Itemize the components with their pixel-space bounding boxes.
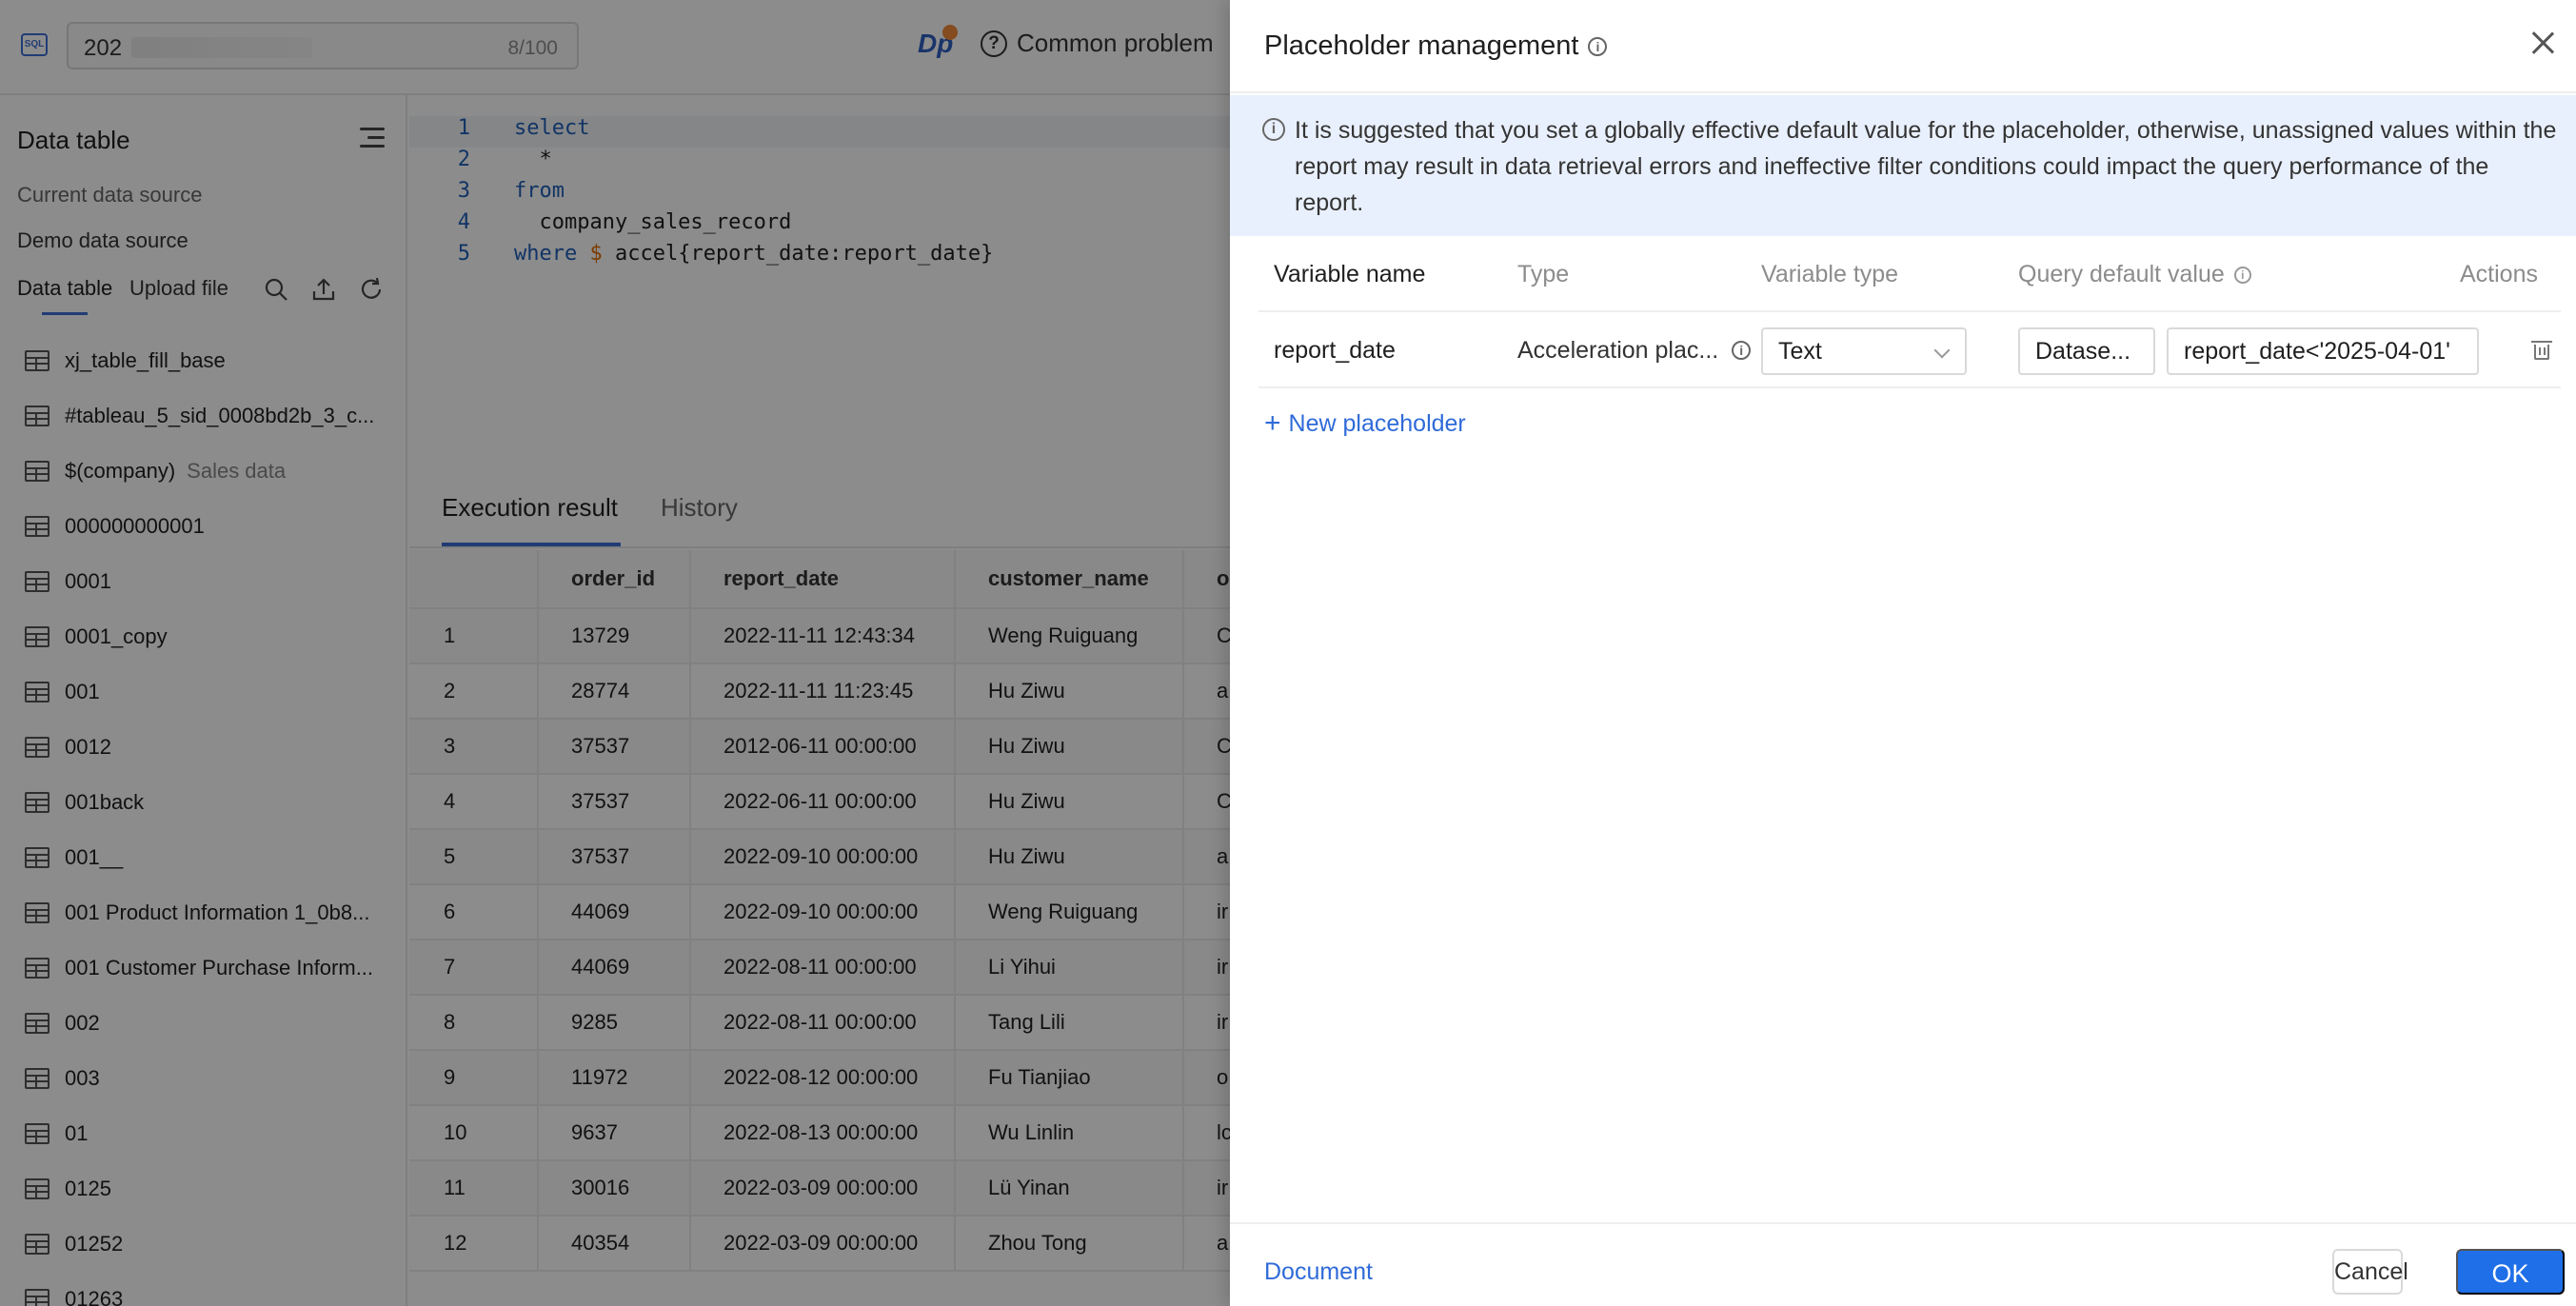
drawer-header: Placeholder management i xyxy=(1230,0,2576,93)
type-text: Acceleration plac... xyxy=(1517,336,1719,364)
type-value: Acceleration plac... i xyxy=(1517,312,1752,388)
delete-icon[interactable] xyxy=(2531,341,2552,360)
default-source-select[interactable]: Datase... xyxy=(2018,327,2155,375)
default-source-value: Datase... xyxy=(2035,337,2131,365)
new-placeholder-label: New placeholder xyxy=(1288,409,1466,437)
info-icon[interactable]: i xyxy=(1588,37,1608,57)
plus-icon: + xyxy=(1264,407,1281,439)
info-icon[interactable]: i xyxy=(2233,267,2251,285)
placeholder-management-drawer: Placeholder management i i It is suggeste… xyxy=(1230,0,2576,1306)
drawer-title-text: Placeholder management xyxy=(1264,30,1579,61)
default-value-input[interactable]: report_date<'2025-04-01' xyxy=(2167,327,2479,375)
document-link[interactable]: Document xyxy=(1264,1258,1373,1286)
drawer-footer: Document Cancel OK xyxy=(1230,1222,2576,1306)
close-icon[interactable] xyxy=(2528,29,2557,57)
col-variable-type: Variable type xyxy=(1761,261,1899,287)
placeholder-table: Variable name Type Variable type Query d… xyxy=(1258,238,2561,388)
ok-button[interactable]: OK xyxy=(2456,1249,2565,1295)
info-icon: i xyxy=(1262,118,1285,141)
col-query-default-label: Query default value xyxy=(2018,261,2225,287)
variable-type-value: Text xyxy=(1778,337,1822,365)
notice-banner: i It is suggested that you set a globall… xyxy=(1230,95,2576,236)
placeholder-table-header: Variable name Type Variable type Query d… xyxy=(1258,238,2561,312)
cancel-button[interactable]: Cancel xyxy=(2332,1249,2408,1295)
col-query-default-value: Query default value i xyxy=(2018,261,2251,288)
variable-type-select[interactable]: Text xyxy=(1761,327,1967,375)
col-type: Type xyxy=(1517,261,1570,287)
new-placeholder-button[interactable]: + New placeholder xyxy=(1264,409,1466,438)
notice-text: It is suggested that you set a globally … xyxy=(1295,117,2557,216)
chevron-down-icon xyxy=(1933,342,1951,359)
variable-name-value: report_date xyxy=(1274,336,1396,364)
col-actions: Actions xyxy=(2460,261,2538,287)
drawer-title: Placeholder management i xyxy=(1264,30,1608,62)
info-icon[interactable]: i xyxy=(1732,341,1752,360)
default-value-text: report_date<'2025-04-01' xyxy=(2184,337,2450,365)
col-variable-name: Variable name xyxy=(1274,261,1426,287)
placeholder-row: report_date Acceleration plac... i Text D… xyxy=(1258,312,2561,388)
